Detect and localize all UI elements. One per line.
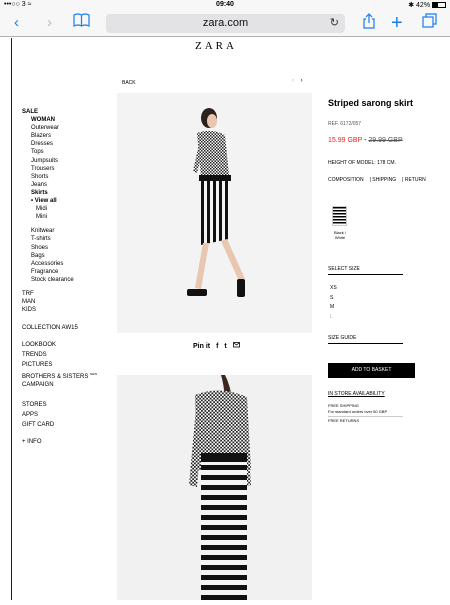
size-option[interactable]: L: [330, 313, 337, 323]
nav-woman[interactable]: WOMAN: [22, 116, 97, 124]
size-option[interactable]: M: [330, 303, 337, 313]
battery-status: ✱ 42%: [408, 1, 446, 9]
nav-view-all[interactable]: • View all: [22, 197, 97, 205]
status-bar: •••○○ 3 ≈ 09:40 ✱ 42%: [0, 0, 450, 11]
facebook-icon[interactable]: f: [216, 343, 218, 350]
gallery-pager: ‹ ›: [292, 78, 303, 84]
nav-item[interactable]: Midi: [22, 205, 97, 213]
color-label: Black / White: [333, 230, 346, 240]
nav-item[interactable]: Shorts: [22, 173, 97, 181]
clock: 09:40: [216, 1, 234, 8]
nav-skirts[interactable]: Skirts: [22, 189, 97, 197]
battery-icon: [432, 2, 446, 9]
nav-stores[interactable]: STORES: [22, 400, 97, 410]
tabs-icon[interactable]: [422, 13, 437, 34]
return-link[interactable]: RETURN: [405, 177, 426, 183]
free-shipping-label: FREE SHIPPING: [328, 403, 359, 408]
add-to-basket-button[interactable]: ADD TO BASKET: [328, 363, 415, 378]
browser-toolbar: ‹ › zara.com ↻ +: [0, 11, 450, 37]
nav-item[interactable]: Blazers: [22, 132, 97, 140]
nav-item[interactable]: Bags: [22, 252, 97, 260]
product-price: 15.99 GBP - 29.99 GBP: [328, 137, 403, 144]
nav-collection[interactable]: COLLECTION AW15: [22, 324, 97, 332]
nav-man[interactable]: MAN: [22, 298, 97, 306]
next-arrow-icon[interactable]: ›: [301, 78, 303, 84]
nav-item[interactable]: Shoes: [22, 244, 97, 252]
info-links: COMPOSITION | SHIPPING | RETURN: [328, 177, 426, 183]
free-returns-label: FREE RETURNS: [328, 418, 360, 423]
nav-brothers[interactable]: BROTHERS & SISTERS NEW: [22, 370, 97, 381]
prev-arrow-icon[interactable]: ‹: [292, 78, 294, 84]
back-icon[interactable]: ‹: [14, 13, 19, 33]
nav-item[interactable]: Outerwear: [22, 124, 97, 132]
nav-gift-card[interactable]: GIFT CARD: [22, 420, 97, 430]
twitter-icon[interactable]: t: [224, 343, 226, 350]
reload-icon[interactable]: ↻: [330, 14, 339, 33]
nav-lookbook[interactable]: LOOKBOOK: [22, 340, 97, 350]
new-badge: NEW: [90, 372, 98, 377]
nav-info[interactable]: + INFO: [22, 438, 97, 446]
nav-item[interactable]: Stock clearance: [22, 276, 97, 284]
size-option[interactable]: S: [330, 294, 337, 304]
nav-item[interactable]: Jumpsuits: [22, 157, 97, 165]
product-title: Striped sarong skirt: [328, 98, 414, 108]
nav-apps[interactable]: APPS: [22, 410, 97, 420]
model-height: HEIGHT OF MODEL: 178 CM.: [328, 160, 396, 166]
product-ref: REF. 6172/057: [328, 121, 362, 127]
sale-price: 15.99 GBP: [328, 137, 363, 144]
zara-logo[interactable]: ZARA: [195, 40, 237, 52]
shipping-link[interactable]: SHIPPING: [372, 177, 396, 183]
bookmarks-icon[interactable]: [73, 13, 90, 33]
nav-kids[interactable]: KIDS: [22, 306, 97, 314]
nav-sale[interactable]: SALE: [22, 108, 97, 116]
category-nav: SALE WOMAN Outerwear Blazers Dresses Top…: [22, 108, 97, 446]
product-details: Striped sarong skirt REF. 6172/057 15.99…: [328, 98, 433, 423]
forward-icon[interactable]: ›: [47, 13, 52, 33]
email-icon[interactable]: [232, 342, 240, 350]
composition-link[interactable]: COMPOSITION: [328, 177, 364, 183]
nav-trf[interactable]: TRF: [22, 290, 97, 298]
nav-item[interactable]: Jeans: [22, 181, 97, 189]
size-list: XS S M L: [330, 284, 337, 322]
nav-campaign[interactable]: CAMPAIGN: [22, 381, 97, 389]
nav-item[interactable]: T-shirts: [22, 235, 97, 243]
nav-pictures[interactable]: PICTURES: [22, 360, 97, 370]
url-bar[interactable]: zara.com ↻: [106, 14, 345, 33]
url-text: zara.com: [202, 17, 249, 29]
select-size-label: SELECT SIZE: [328, 266, 403, 275]
color-swatch[interactable]: [332, 206, 347, 226]
nav-item[interactable]: Tops: [22, 148, 97, 156]
size-option[interactable]: XS: [330, 284, 337, 294]
in-store-availability-link[interactable]: IN STORE AVAILABILITY: [328, 391, 385, 397]
nav-item[interactable]: Knitwear: [22, 227, 97, 235]
nav-item[interactable]: Mini: [22, 213, 97, 221]
product-photo-back[interactable]: [117, 375, 312, 600]
size-guide-link[interactable]: SIZE GUIDE: [328, 335, 403, 344]
free-shipping-note: For standard orders over 50 GBP: [328, 409, 403, 417]
new-tab-icon[interactable]: +: [391, 13, 403, 33]
original-price: 29.99 GBP: [368, 137, 403, 144]
product-photo-front[interactable]: [117, 93, 312, 333]
nav-item[interactable]: Dresses: [22, 140, 97, 148]
back-link[interactable]: BACK: [122, 80, 136, 86]
pinterest-button[interactable]: Pin it: [193, 343, 210, 350]
nav-item[interactable]: Fragrance: [22, 268, 97, 276]
share-bar: Pin it f t: [193, 341, 244, 350]
nav-item[interactable]: Trousers: [22, 165, 97, 173]
share-icon[interactable]: [363, 13, 375, 35]
nav-item[interactable]: Accessories: [22, 260, 97, 268]
nav-trends[interactable]: TRENDS: [22, 350, 97, 360]
